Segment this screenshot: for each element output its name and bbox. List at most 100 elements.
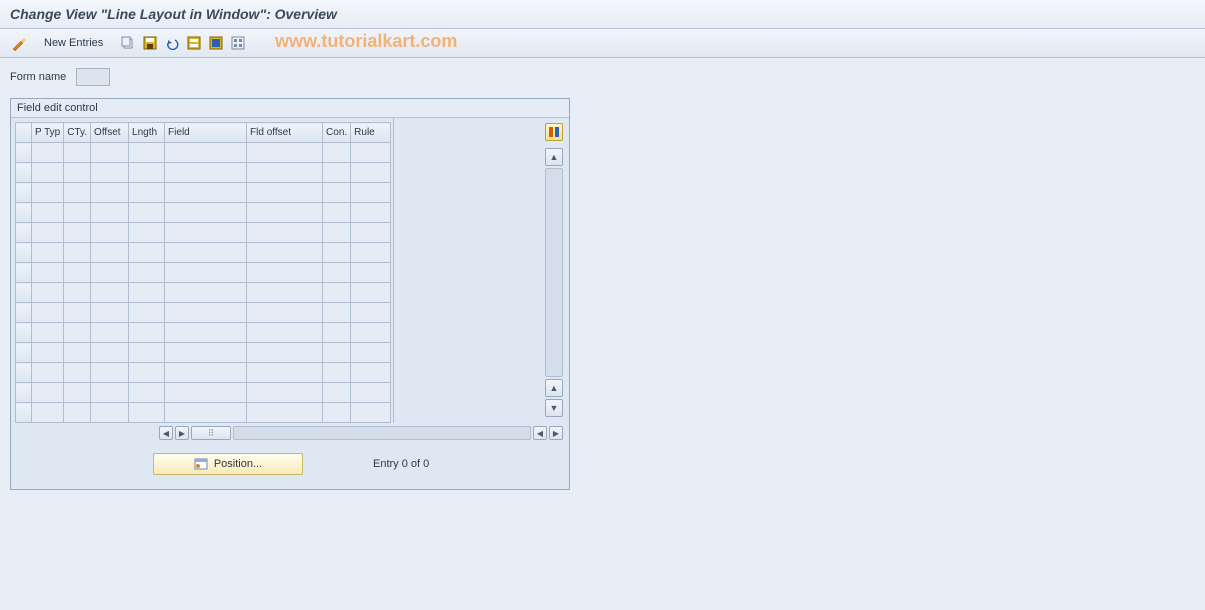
cell[interactable] <box>64 303 91 323</box>
col-offset[interactable]: Offset <box>91 123 129 143</box>
table-row[interactable] <box>16 143 391 163</box>
cell[interactable] <box>247 143 323 163</box>
cell[interactable] <box>165 303 247 323</box>
copy-icon[interactable] <box>119 34 137 52</box>
row-selector[interactable] <box>16 363 32 383</box>
cell[interactable] <box>247 263 323 283</box>
col-ptyp[interactable]: P Typ <box>32 123 64 143</box>
cell[interactable] <box>351 383 391 403</box>
cell[interactable] <box>64 403 91 423</box>
cell[interactable] <box>247 343 323 363</box>
cell[interactable] <box>351 143 391 163</box>
table-row[interactable] <box>16 403 391 423</box>
cell[interactable] <box>165 343 247 363</box>
table-row[interactable] <box>16 283 391 303</box>
table-row[interactable] <box>16 243 391 263</box>
cell[interactable] <box>64 323 91 343</box>
cell[interactable] <box>64 263 91 283</box>
cell[interactable] <box>351 343 391 363</box>
cell[interactable] <box>323 303 351 323</box>
cell[interactable] <box>165 143 247 163</box>
cell[interactable] <box>351 163 391 183</box>
cell[interactable] <box>247 183 323 203</box>
cell[interactable] <box>323 283 351 303</box>
cell[interactable] <box>247 303 323 323</box>
hscroll-left2-button[interactable]: ◀ <box>533 426 547 440</box>
cell[interactable] <box>351 263 391 283</box>
cell[interactable] <box>32 223 64 243</box>
cell[interactable] <box>129 403 165 423</box>
row-selector[interactable] <box>16 243 32 263</box>
cell[interactable] <box>247 363 323 383</box>
cell[interactable] <box>323 203 351 223</box>
cell[interactable] <box>323 263 351 283</box>
table-row[interactable] <box>16 263 391 283</box>
table-row[interactable] <box>16 183 391 203</box>
hscroll-grip[interactable]: ⠿ <box>191 426 231 440</box>
cell[interactable] <box>64 283 91 303</box>
scroll-up-button[interactable]: ▲ <box>545 148 563 166</box>
row-selector[interactable] <box>16 183 32 203</box>
cell[interactable] <box>32 183 64 203</box>
cell[interactable] <box>129 303 165 323</box>
cell[interactable] <box>165 163 247 183</box>
cell[interactable] <box>32 283 64 303</box>
cell[interactable] <box>129 323 165 343</box>
table-row[interactable] <box>16 343 391 363</box>
cell[interactable] <box>323 163 351 183</box>
hscroll-right2-button[interactable]: ▶ <box>549 426 563 440</box>
cell[interactable] <box>323 383 351 403</box>
cell[interactable] <box>323 323 351 343</box>
cell[interactable] <box>91 283 129 303</box>
cell[interactable] <box>32 363 64 383</box>
cell[interactable] <box>351 323 391 343</box>
cell[interactable] <box>91 323 129 343</box>
col-con[interactable]: Con. <box>323 123 351 143</box>
cell[interactable] <box>91 143 129 163</box>
col-lngth[interactable]: Lngth <box>129 123 165 143</box>
cell[interactable] <box>247 243 323 263</box>
cell[interactable] <box>129 363 165 383</box>
cell[interactable] <box>165 283 247 303</box>
col-field[interactable]: Field <box>165 123 247 143</box>
cell[interactable] <box>129 143 165 163</box>
cell[interactable] <box>247 403 323 423</box>
row-selector[interactable] <box>16 163 32 183</box>
cell[interactable] <box>351 363 391 383</box>
vertical-scrollbar[interactable]: ▲ ▲ ▼ <box>545 148 563 417</box>
table-row[interactable] <box>16 223 391 243</box>
cell[interactable] <box>323 243 351 263</box>
cell[interactable] <box>323 403 351 423</box>
vscroll-track[interactable] <box>545 168 563 377</box>
cell[interactable] <box>165 243 247 263</box>
cell[interactable] <box>32 403 64 423</box>
cell[interactable] <box>64 143 91 163</box>
horizontal-scrollbar[interactable]: ◀ ▶ ⠿ ◀ ▶ <box>11 423 569 443</box>
cell[interactable] <box>323 143 351 163</box>
cell[interactable] <box>91 303 129 323</box>
cell[interactable] <box>91 363 129 383</box>
row-selector[interactable] <box>16 283 32 303</box>
hscroll-right-button[interactable]: ▶ <box>175 426 189 440</box>
cell[interactable] <box>165 183 247 203</box>
save-icon[interactable] <box>141 34 159 52</box>
cell[interactable] <box>247 163 323 183</box>
cell[interactable] <box>129 203 165 223</box>
pencil-wand-icon[interactable] <box>10 34 28 52</box>
table-settings-icon[interactable] <box>545 123 563 141</box>
row-selector[interactable] <box>16 223 32 243</box>
cell[interactable] <box>165 263 247 283</box>
col-fldoff[interactable]: Fld offset <box>247 123 323 143</box>
table-row[interactable] <box>16 383 391 403</box>
cell[interactable] <box>129 163 165 183</box>
cell[interactable] <box>32 243 64 263</box>
cell[interactable] <box>91 203 129 223</box>
col-rule[interactable]: Rule <box>351 123 391 143</box>
cell[interactable] <box>129 343 165 363</box>
position-button[interactable]: Position... <box>153 453 303 475</box>
table-row[interactable] <box>16 203 391 223</box>
cell[interactable] <box>32 143 64 163</box>
cell[interactable] <box>32 323 64 343</box>
hscroll-track[interactable] <box>233 426 531 440</box>
cell[interactable] <box>129 243 165 263</box>
